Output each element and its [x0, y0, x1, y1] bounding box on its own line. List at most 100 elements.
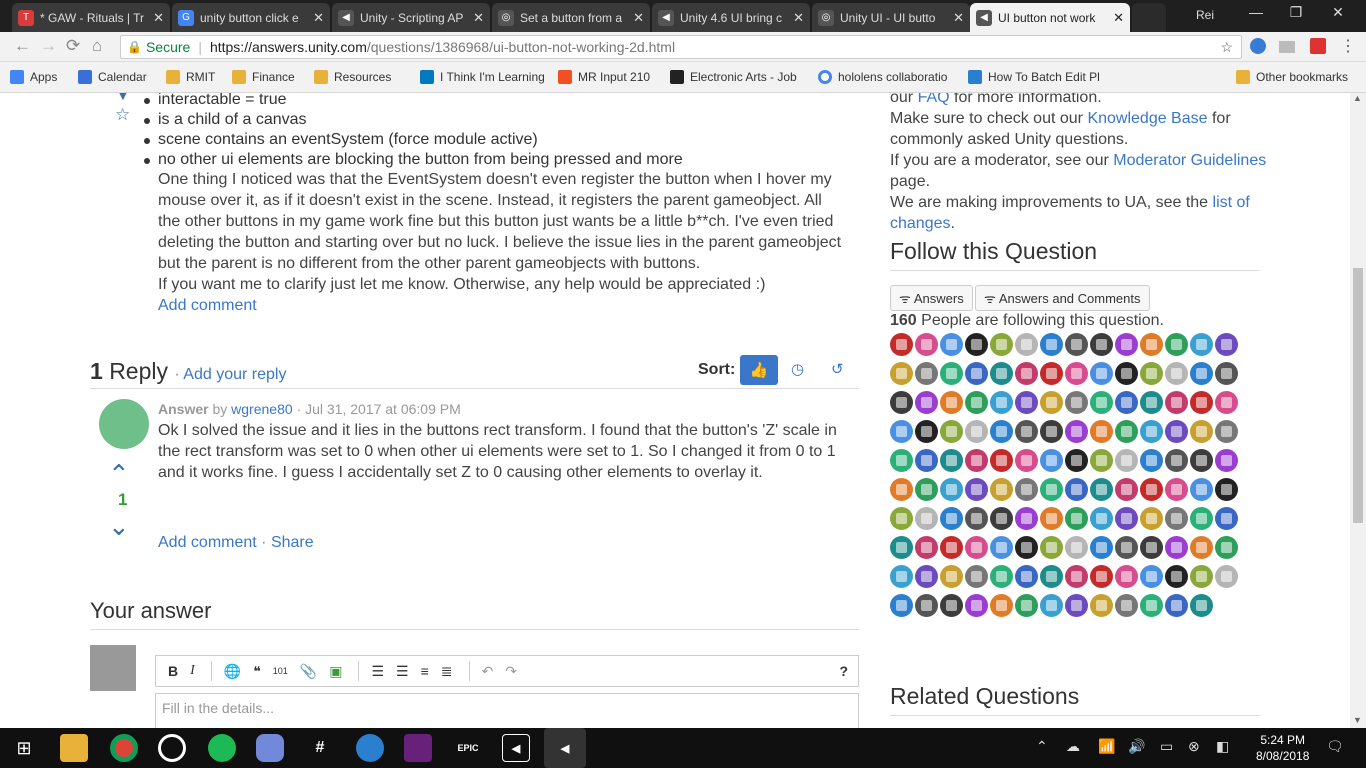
bookmark-item[interactable]: MR Input 210: [558, 70, 650, 84]
follower-avatar[interactable]: [1015, 536, 1038, 559]
tray-close-icon[interactable]: ⊗: [1188, 738, 1200, 755]
follower-avatar[interactable]: [1040, 449, 1063, 472]
follower-avatar[interactable]: [1040, 420, 1063, 443]
follower-avatar[interactable]: [1215, 420, 1238, 443]
follower-avatar[interactable]: [965, 507, 988, 530]
follower-avatar[interactable]: [1140, 449, 1163, 472]
follower-avatar[interactable]: [1015, 420, 1038, 443]
follower-avatar[interactable]: [990, 507, 1013, 530]
follower-avatar[interactable]: [1090, 565, 1113, 588]
follower-avatar[interactable]: [1165, 391, 1188, 414]
follower-avatar[interactable]: [940, 536, 963, 559]
follower-avatar[interactable]: [1065, 507, 1088, 530]
knowledge-base-link[interactable]: Knowledge Base: [1087, 110, 1207, 127]
follower-avatar[interactable]: [1140, 420, 1163, 443]
follower-avatar[interactable]: [1115, 565, 1138, 588]
follower-avatar[interactable]: [965, 536, 988, 559]
follower-avatar[interactable]: [1115, 420, 1138, 443]
follower-avatar[interactable]: [1215, 536, 1238, 559]
hr-icon[interactable]: ≣: [441, 663, 453, 680]
answer-author-link[interactable]: wgrene80: [231, 401, 293, 417]
follower-avatar[interactable]: [1090, 391, 1113, 414]
follower-avatar[interactable]: [1115, 449, 1138, 472]
follower-avatar[interactable]: [1140, 507, 1163, 530]
follower-avatar[interactable]: [1065, 420, 1088, 443]
follower-avatar[interactable]: [990, 449, 1013, 472]
follower-avatar[interactable]: [1065, 391, 1088, 414]
follower-avatar[interactable]: [1190, 594, 1213, 617]
tab-close-icon[interactable]: ✕: [793, 10, 804, 26]
follower-avatar[interactable]: [1115, 536, 1138, 559]
follower-avatar[interactable]: [1215, 391, 1238, 414]
profile-name[interactable]: Rei: [1196, 8, 1214, 22]
follower-avatar[interactable]: [965, 391, 988, 414]
bookmark-item[interactable]: Electronic Arts - Job: [670, 70, 797, 84]
follower-avatar[interactable]: [1190, 362, 1213, 385]
bookmark-item[interactable]: I Think I'm Learning: [420, 70, 545, 84]
new-tab-button[interactable]: [1132, 3, 1166, 32]
follower-avatar[interactable]: [1215, 333, 1238, 356]
follower-avatar[interactable]: [1040, 362, 1063, 385]
follower-avatar[interactable]: [1065, 449, 1088, 472]
tab-close-icon[interactable]: ✕: [313, 10, 324, 26]
follower-avatar[interactable]: [1140, 362, 1163, 385]
clock[interactable]: 5:24 PM 8/08/2018: [1256, 732, 1309, 764]
follower-avatar[interactable]: [890, 536, 913, 559]
follower-avatar[interactable]: [915, 420, 938, 443]
follower-avatar[interactable]: [1165, 333, 1188, 356]
tab-2[interactable]: Gunity button click e ✕: [172, 3, 330, 32]
follower-avatar[interactable]: [1015, 507, 1038, 530]
quote-icon[interactable]: ❝: [253, 663, 261, 680]
add-reply-link[interactable]: Add your reply: [183, 366, 286, 383]
menu-icon[interactable]: ⋮: [1340, 36, 1356, 56]
follower-avatar[interactable]: [990, 478, 1013, 501]
follower-avatar[interactable]: [965, 594, 988, 617]
follower-avatar[interactable]: [1015, 478, 1038, 501]
follower-avatar[interactable]: [1215, 362, 1238, 385]
redo-icon[interactable]: ↷: [505, 663, 517, 680]
follower-avatar[interactable]: [1040, 507, 1063, 530]
follower-avatar[interactable]: [990, 420, 1013, 443]
follower-avatar[interactable]: [1090, 536, 1113, 559]
downvote-icon[interactable]: ⌄: [108, 513, 130, 539]
follower-avatar[interactable]: [1140, 333, 1163, 356]
close-window-icon[interactable]: ✕: [1318, 4, 1358, 21]
bookmark-item[interactable]: Resources: [314, 70, 391, 84]
follower-avatar[interactable]: [1215, 478, 1238, 501]
follower-avatar[interactable]: [1165, 449, 1188, 472]
tab-1[interactable]: T * GAW - Rituals | Tr ✕: [12, 3, 170, 32]
follower-avatar[interactable]: [890, 565, 913, 588]
follower-avatar[interactable]: [1165, 536, 1188, 559]
numbered-list-icon[interactable]: ☰: [371, 663, 384, 680]
tab-close-icon[interactable]: ✕: [633, 10, 644, 26]
follower-avatar[interactable]: [1090, 507, 1113, 530]
follower-avatar[interactable]: [1040, 391, 1063, 414]
follower-avatar[interactable]: [1190, 536, 1213, 559]
bold-icon[interactable]: B: [168, 663, 178, 679]
follower-avatar[interactable]: [915, 391, 938, 414]
follower-avatar[interactable]: [1165, 420, 1188, 443]
follower-avatar[interactable]: [990, 594, 1013, 617]
follower-avatar[interactable]: [1190, 478, 1213, 501]
volume-icon[interactable]: 🔊: [1128, 738, 1145, 755]
bookmark-item[interactable]: Calendar: [78, 70, 147, 84]
italic-icon[interactable]: I: [190, 663, 195, 679]
follower-avatar[interactable]: [1040, 594, 1063, 617]
tab-close-icon[interactable]: ✕: [953, 10, 964, 26]
follower-avatar[interactable]: [990, 391, 1013, 414]
reload-icon[interactable]: ⟳: [66, 36, 80, 56]
follower-avatar[interactable]: [1165, 594, 1188, 617]
follower-avatar[interactable]: [1165, 362, 1188, 385]
tab-close-icon[interactable]: ✕: [153, 10, 164, 26]
sort-newest-icon[interactable]: ◷: [791, 360, 804, 378]
follower-avatar[interactable]: [915, 536, 938, 559]
follower-avatar[interactable]: [1165, 565, 1188, 588]
moderator-guidelines-link[interactable]: Moderator Guidelines: [1113, 152, 1266, 169]
follower-avatar[interactable]: [1115, 333, 1138, 356]
windows-start-icon[interactable]: ⊞: [10, 734, 38, 762]
home-icon[interactable]: ⌂: [92, 36, 102, 56]
question-downvote-icon[interactable]: ▼: [116, 93, 130, 103]
device-icon[interactable]: ▭: [1160, 738, 1173, 755]
bookmark-item[interactable]: RMIT: [166, 70, 215, 84]
file-explorer-icon[interactable]: [60, 734, 88, 762]
